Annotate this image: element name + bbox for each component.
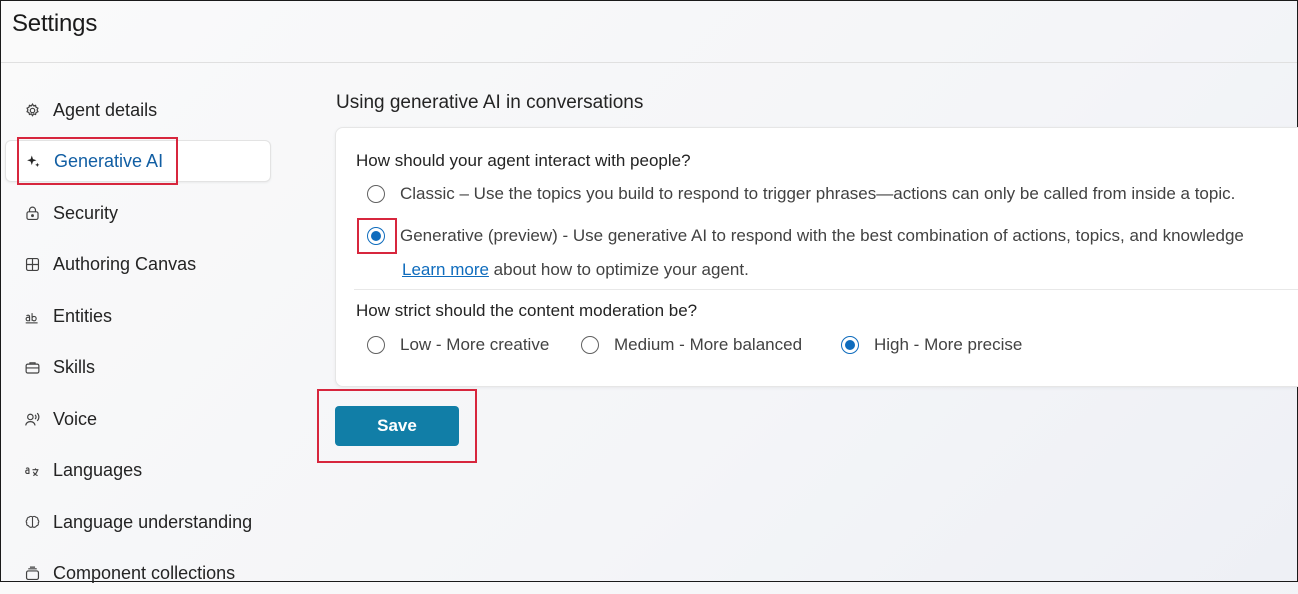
header-divider [1, 62, 1297, 63]
collection-icon [23, 564, 41, 582]
sidebar-item-voice[interactable]: Voice [5, 398, 271, 440]
learn-more-suffix: about how to optimize your agent. [488, 260, 749, 279]
sidebar-item-component-collections[interactable]: Component collections [5, 552, 271, 594]
option-generative[interactable]: Generative (preview) - Use generative AI… [367, 226, 1244, 246]
save-button[interactable]: Save [335, 406, 459, 446]
sidebar-item-skills[interactable]: Skills [5, 346, 271, 388]
classic-radio[interactable] [367, 185, 385, 203]
learn-more-row: Learn more about how to optimize your ag… [402, 260, 749, 280]
card-divider [354, 289, 1298, 290]
sidebar-item-authoring-canvas[interactable]: Authoring Canvas [5, 243, 271, 285]
option-high[interactable]: High - More precise [841, 335, 1022, 355]
sidebar-item-label: Skills [53, 356, 96, 377]
sparkle-icon [24, 152, 42, 170]
sidebar-item-security[interactable]: Security [5, 192, 271, 234]
brain-icon [23, 513, 41, 531]
low-label: Low - More creative [400, 335, 550, 354]
sidebar-item-label: Security [53, 202, 119, 223]
low-radio[interactable] [367, 336, 385, 354]
medium-label: Medium - More balanced [614, 335, 803, 354]
option-low[interactable]: Low - More creative [367, 335, 549, 355]
briefcase-icon [23, 358, 41, 376]
sidebar-item-label: Component collections [53, 562, 236, 583]
sidebar-item-label: Language understanding [53, 511, 253, 532]
sidebar-item-language-understanding[interactable]: Language understanding [5, 501, 271, 543]
sidebar-item-label: Entities [53, 305, 113, 326]
lock-icon [23, 204, 41, 222]
sidebar-item-label: Generative AI [54, 150, 164, 171]
generative-radio[interactable] [367, 227, 385, 245]
page-title: Settings [12, 10, 98, 37]
sidebar-item-languages[interactable]: Languages [5, 449, 271, 491]
gear-icon [23, 101, 41, 119]
interaction-question: How should your agent interact with peop… [356, 151, 691, 170]
high-label: High - More precise [874, 335, 1023, 354]
sidebar-item-label: Authoring Canvas [53, 253, 197, 274]
sidebar-item-entities[interactable]: Entities [5, 295, 271, 337]
medium-radio[interactable] [581, 336, 599, 354]
generative-label: Generative (preview) - Use generative AI… [400, 226, 1244, 245]
voice-icon [23, 410, 41, 428]
sidebar-item-generative-ai[interactable]: Generative AI [5, 140, 271, 182]
option-classic[interactable]: Classic – Use the topics you build to re… [367, 184, 1235, 204]
sidebar-item-agent-details[interactable]: Agent details [5, 89, 271, 131]
section-title: Using generative AI in conversations [336, 92, 644, 113]
grid-icon [23, 255, 41, 273]
ab-text-icon [23, 307, 41, 325]
classic-label: Classic – Use the topics you build to re… [400, 184, 1236, 203]
sidebar-item-label: Voice [53, 408, 98, 429]
sidebar-item-label: Agent details [53, 99, 158, 120]
translate-icon [23, 461, 41, 479]
learn-more-link[interactable]: Learn more [402, 260, 489, 280]
moderation-question: How strict should the content moderation… [356, 301, 698, 320]
high-radio[interactable] [841, 336, 859, 354]
option-medium[interactable]: Medium - More balanced [581, 335, 802, 355]
sidebar-item-label: Languages [53, 459, 143, 480]
